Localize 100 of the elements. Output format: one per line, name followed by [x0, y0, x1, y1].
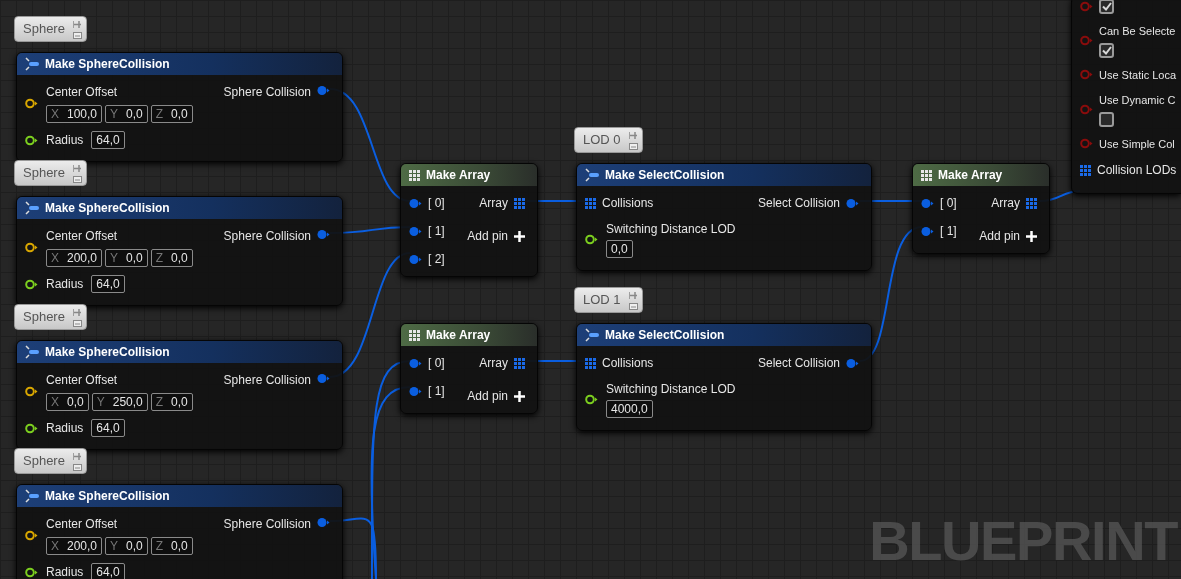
struct-pin-icon[interactable]	[317, 229, 330, 240]
graph-node[interactable]: Make SelectCollision Collisions Select Collision Switching Distance LOD 4000,0	[576, 323, 872, 431]
vector-pin-icon[interactable]	[25, 529, 38, 541]
graph-node[interactable]: Make SphereCollision Center Offset X 0,0 Y 250,0 Z 0,0 Sphere Collision Radius 64,0	[16, 340, 343, 450]
comment-text: LOD 1	[583, 291, 621, 310]
float-pin-icon[interactable]	[585, 393, 598, 405]
number-field[interactable]: 64,0	[91, 419, 125, 437]
node-title: Make SphereCollision	[45, 200, 170, 217]
pin-label: Center Offset	[46, 516, 119, 533]
number-field[interactable]: 64,0	[91, 131, 125, 149]
array-pin-icon[interactable]	[585, 197, 596, 209]
add-pin-button[interactable]: Add pin	[467, 387, 525, 405]
struct-pin-icon[interactable]	[846, 357, 859, 369]
pin-label: Sphere Collision	[223, 228, 311, 245]
pin-icon[interactable]	[628, 130, 638, 140]
array-pin-icon[interactable]	[1026, 197, 1037, 209]
vector-field[interactable]: X 100,0	[46, 105, 103, 123]
number-field[interactable]: 0,0	[606, 240, 633, 258]
note-icon[interactable]	[628, 142, 638, 150]
array-pin-icon[interactable]	[514, 197, 525, 209]
float-pin-icon[interactable]	[25, 422, 38, 434]
vector-field[interactable]: Z 0,0	[150, 249, 193, 267]
pin-label: [ 1]	[940, 223, 957, 240]
struct-icon	[25, 201, 39, 215]
note-icon[interactable]	[72, 463, 82, 471]
struct-pin-icon[interactable]	[846, 197, 859, 209]
number-field[interactable]: 4000,0	[606, 400, 653, 418]
vector-pin-icon[interactable]	[25, 385, 38, 397]
array-pin-icon[interactable]	[1080, 164, 1091, 176]
pin-label: Collision LODs	[1097, 162, 1177, 179]
struct-pin-icon[interactable]	[409, 225, 422, 237]
struct-pin-icon[interactable]	[409, 253, 422, 265]
graph-node[interactable]: Make SphereCollision Center Offset X 200,0 Y 0,0 Z 0,0 Sphere Collision Radius 64,0	[16, 196, 343, 306]
struct-icon	[25, 345, 39, 359]
bool-pin-icon[interactable]	[1080, 69, 1093, 81]
vector-field[interactable]: X 200,0	[46, 537, 103, 555]
struct-pin-icon[interactable]	[921, 197, 934, 209]
vector-field[interactable]: Y 0,0	[105, 249, 148, 267]
vector-field[interactable]: Y 250,0	[91, 393, 148, 411]
pin-icon[interactable]	[72, 307, 82, 317]
graph-node[interactable]: Can Be Selecte Use Static Loca Use Dynamic C Use Simple Col Collision LODs	[1071, 0, 1181, 194]
pin-label: Array	[479, 355, 508, 372]
bool-pin-icon[interactable]	[1080, 34, 1093, 46]
checkmark-icon	[1101, 45, 1112, 55]
array-pin-icon[interactable]	[585, 357, 596, 369]
checkbox[interactable]	[1099, 111, 1114, 127]
vector-field[interactable]: Z 0,0	[150, 537, 193, 555]
number-field[interactable]: 64,0	[91, 275, 125, 293]
struct-pin-icon[interactable]	[409, 385, 422, 397]
pin-label: [ 1]	[428, 383, 445, 400]
float-pin-icon[interactable]	[585, 233, 598, 245]
checkbox[interactable]	[1099, 0, 1114, 14]
vector-field[interactable]: Z 0,0	[150, 105, 193, 123]
node-title: Make SphereCollision	[45, 56, 170, 73]
struct-pin-icon[interactable]	[409, 197, 422, 209]
graph-node[interactable]: Make SphereCollision Center Offset X 100,0 Y 0,0 Z 0,0 Sphere Collision Radius 64,0	[16, 52, 343, 162]
array-pin-icon[interactable]	[514, 357, 525, 369]
float-pin-icon[interactable]	[25, 566, 38, 578]
pin-icon[interactable]	[628, 290, 638, 300]
struct-pin-icon[interactable]	[317, 373, 330, 384]
float-pin-icon[interactable]	[25, 134, 38, 146]
vector-field[interactable]: Y 0,0	[105, 537, 148, 555]
grid-icon	[409, 169, 420, 181]
vector-field[interactable]: X 0,0	[46, 393, 89, 411]
vector-pin-icon[interactable]	[25, 97, 38, 109]
struct-pin-icon[interactable]	[921, 225, 934, 237]
struct-icon	[585, 168, 599, 182]
graph-node[interactable]: Make Array [ 0] [ 1] Array Add pin	[400, 323, 538, 414]
pin-icon[interactable]	[72, 451, 82, 461]
vector-pin-icon[interactable]	[25, 241, 38, 253]
pin-icon[interactable]	[72, 163, 82, 173]
bool-pin-icon[interactable]	[1080, 103, 1093, 115]
pin-label: Switching Distance LOD	[606, 381, 736, 398]
add-pin-button[interactable]: Add pin	[467, 227, 525, 245]
bool-pin-icon[interactable]	[1080, 1, 1093, 12]
struct-pin-icon[interactable]	[317, 85, 330, 96]
graph-node[interactable]: Make Array [ 0] [ 1] [ 2] Array Add pin	[400, 163, 538, 277]
struct-pin-icon[interactable]	[317, 517, 330, 528]
struct-pin-icon[interactable]	[409, 357, 422, 369]
note-icon[interactable]	[72, 175, 82, 183]
graph-node[interactable]: Make SelectCollision Collisions Select Collision Switching Distance LOD 0,0	[576, 163, 872, 271]
float-pin-icon[interactable]	[25, 278, 38, 290]
vector-field[interactable]: Z 0,0	[150, 393, 193, 411]
pin-label: Can Be Selecte	[1099, 24, 1176, 39]
note-icon[interactable]	[628, 302, 638, 310]
grid-icon	[409, 329, 420, 341]
pin-label: Sphere Collision	[223, 516, 311, 533]
checkbox[interactable]	[1099, 42, 1114, 58]
note-icon[interactable]	[72, 31, 82, 39]
graph-node[interactable]: Make Array [ 0] [ 1] Array Add pin	[912, 163, 1050, 254]
pin-icon[interactable]	[72, 19, 82, 29]
add-pin-button[interactable]: Add pin	[979, 227, 1037, 245]
note-icon[interactable]	[72, 319, 82, 327]
vector-field[interactable]: Y 0,0	[105, 105, 148, 123]
vector-field[interactable]: X 200,0	[46, 249, 103, 267]
pin-label: Switching Distance LOD	[606, 221, 736, 238]
graph-node[interactable]: Make SphereCollision Center Offset X 200,0 Y 0,0 Z 0,0 Sphere Collision Radius 64,0	[16, 484, 343, 579]
bool-pin-icon[interactable]	[1080, 138, 1093, 150]
number-field[interactable]: 64,0	[91, 563, 125, 579]
comment-text: Sphere	[23, 164, 65, 183]
